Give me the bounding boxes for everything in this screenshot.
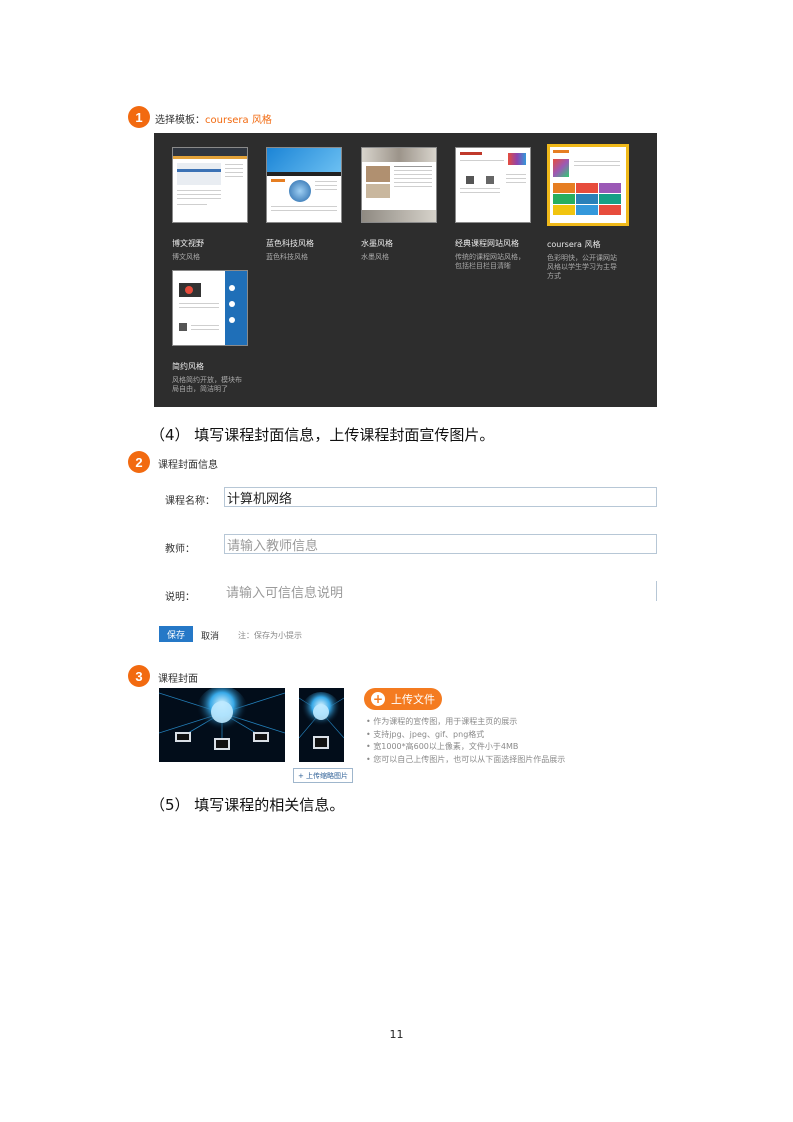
template-card-ink[interactable]: 水墨风格 水墨风格 — [361, 147, 461, 262]
template-card-simple[interactable]: 简约风格 风格简约开放，模块布局自由，简洁明了 — [172, 270, 272, 394]
upload-rule: 宽1000*高600以上像素，文件小于4MB — [366, 741, 565, 754]
instruction-caption-5: （5） 填写课程的相关信息。 — [150, 796, 345, 814]
template-name: 蓝色科技风格 — [266, 239, 314, 248]
form-hint: 注：保存为小提示 — [238, 631, 302, 640]
template-thumbnail — [547, 144, 629, 226]
step-3-badge: 3 — [128, 665, 150, 687]
step-1-title: 选择模板：coursera 风格 — [155, 111, 272, 126]
upload-rule: 作为课程的宣传图，用于课程主页的展示 — [366, 716, 565, 729]
step-1-badge: 1 — [128, 106, 150, 128]
instruction-caption-4: （4） 填写课程封面信息，上传课程封面宣传图片。 — [150, 426, 495, 444]
step-2-title: 课程封面信息 — [158, 460, 218, 471]
teacher-placeholder: 请输入教师信息 — [227, 538, 319, 554]
upload-rules: 作为课程的宣传图，用于课程主页的展示 支持jpg、jpeg、gif、png格式 … — [366, 716, 565, 766]
template-card-blue-tech[interactable]: 蓝色科技风格 蓝色科技风格 — [266, 147, 366, 262]
step-1-title-text: 选择模板： — [155, 115, 205, 126]
template-desc: 蓝色科技风格 — [266, 253, 308, 261]
template-thumbnail — [172, 147, 248, 223]
template-thumbnail — [172, 270, 248, 346]
plus-icon: + — [371, 692, 385, 706]
course-name-label: 课程名称： — [165, 496, 215, 507]
template-name: coursera 风格 — [547, 240, 601, 249]
page-number: 11 — [389, 1028, 404, 1041]
save-button[interactable]: 保存 — [159, 626, 193, 642]
template-name: 简约风格 — [172, 362, 204, 371]
template-desc: 传统的课程网站风格，包括栏目栏目清晰 — [455, 253, 525, 270]
description-placeholder: 请输入可信信息说明 — [226, 585, 344, 601]
step-1-selected-template: coursera 风格 — [205, 115, 272, 126]
course-name-value: 计算机网络 — [227, 491, 293, 507]
template-desc: 博文风格 — [172, 253, 200, 261]
cancel-button[interactable]: 取消 — [201, 629, 219, 642]
teacher-input[interactable]: 请输入教师信息 — [224, 534, 657, 554]
template-card-bowen[interactable]: 博文视野 博文风格 — [172, 147, 272, 262]
template-name: 博文视野 — [172, 239, 204, 248]
upload-thumbnail-button[interactable]: + 上传缩略图片 — [293, 768, 353, 783]
template-desc: 水墨风格 — [361, 253, 389, 261]
template-thumbnail — [455, 147, 531, 223]
network-illustration-small — [299, 688, 344, 762]
cover-image-thumbnail — [299, 688, 344, 762]
template-picker-panel: 博文视野 博文风格 蓝色科技风格 蓝色科技风格 水墨风格 水墨风格 经典课程网站… — [154, 133, 657, 407]
upload-file-label: 上传文件 — [391, 693, 435, 706]
step-3-title: 课程封面 — [158, 674, 198, 685]
upload-file-button[interactable]: + 上传文件 — [364, 688, 442, 710]
template-name: 经典课程网站风格 — [455, 239, 519, 248]
template-thumbnail — [361, 147, 437, 223]
description-input[interactable]: 请输入可信信息说明 — [224, 581, 657, 601]
teacher-label: 教师： — [165, 544, 195, 555]
template-name: 水墨风格 — [361, 239, 393, 248]
step-2-badge: 2 — [128, 451, 150, 473]
template-card-classic[interactable]: 经典课程网站风格 传统的课程网站风格，包括栏目栏目清晰 — [455, 147, 555, 271]
description-label: 说明： — [165, 592, 195, 603]
course-name-input[interactable]: 计算机网络 — [224, 487, 657, 507]
template-desc: 色彩明快，公开课网站风格以学生学习为主导方式 — [547, 254, 617, 280]
template-desc: 风格简约开放，模块布局自由，简洁明了 — [172, 376, 242, 393]
upload-rule: 您可以自己上传图片，也可以从下面选择图片作品展示 — [366, 754, 565, 767]
upload-rule: 支持jpg、jpeg、gif、png格式 — [366, 729, 565, 742]
template-card-coursera[interactable]: coursera 风格 色彩明快，公开课网站风格以学生学习为主导方式 — [547, 144, 647, 281]
template-thumbnail — [266, 147, 342, 223]
network-illustration — [159, 688, 285, 762]
cover-image-large — [159, 688, 285, 762]
